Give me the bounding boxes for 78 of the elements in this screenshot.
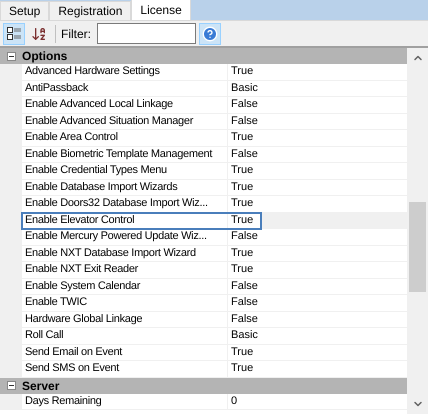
property-value: True — [230, 163, 254, 178]
property-value: Basic — [230, 328, 258, 343]
property-value: False — [230, 146, 258, 162]
property-name: Enable System Calendar — [24, 278, 140, 294]
property-value: 0 — [230, 394, 238, 408]
property-value: True — [230, 262, 254, 277]
property-row[interactable]: Enable Database Import Wizards True — [22, 180, 407, 196]
property-name: Enable Advanced Situation Manager — [24, 114, 194, 129]
property-value: True — [230, 180, 254, 194]
collapse-icon[interactable] — [6, 381, 16, 390]
property-name: Enable Biometric Template Management — [24, 146, 212, 162]
property-value: Basic — [230, 80, 258, 96]
property-name: Send SMS on Event — [24, 361, 119, 376]
property-value: True — [230, 64, 254, 79]
categorized-icon — [7, 26, 21, 40]
category-title: Server — [22, 378, 60, 394]
property-value: True — [230, 344, 254, 360]
filter-label: Filter: — [61, 26, 91, 42]
category-header[interactable]: Options — [0, 48, 407, 64]
property-name: Roll Call — [24, 328, 64, 344]
property-name: Enable NXT Exit Reader — [24, 262, 138, 278]
property-row[interactable]: Enable Advanced Situation Manager False — [22, 114, 407, 130]
property-row[interactable]: Enable Doors32 Database Import Wiz... True — [22, 196, 407, 212]
property-value: False — [230, 278, 258, 294]
property-row[interactable]: Enable Elevator Control True — [22, 212, 261, 229]
property-name: Enable Doors32 Database Import Wiz... — [24, 196, 208, 212]
property-name: Advanced Hardware Settings — [24, 64, 160, 80]
help-button[interactable] — [199, 22, 221, 44]
property-row[interactable]: Enable NXT Exit Reader True — [22, 262, 407, 278]
property-name: Enable Elevator Control — [24, 212, 134, 228]
filter-field[interactable] — [97, 23, 196, 44]
property-value: False — [230, 229, 258, 244]
property-row[interactable]: Days Remaining 0 — [22, 394, 407, 410]
property-row[interactable]: Hardware Global Linkage False — [22, 312, 407, 328]
property-row[interactable]: Enable TWIC False — [22, 295, 407, 312]
property-value: False — [230, 97, 258, 112]
property-name: Enable Area Control — [24, 130, 118, 146]
categorized-button[interactable] — [3, 22, 25, 44]
property-value: False — [230, 295, 258, 310]
help-icon — [202, 26, 218, 42]
property-name: AntiPassback — [24, 80, 88, 96]
property-row[interactable]: Enable Biometric Template Management False — [22, 146, 407, 163]
property-name: Hardware Global Linkage — [24, 312, 142, 327]
property-name: Enable NXT Database Import Wizard — [24, 246, 196, 261]
property-name: Enable Advanced Local Linkage — [24, 97, 173, 112]
property-row[interactable]: Enable Advanced Local Linkage False — [22, 97, 407, 114]
tab[interactable]: License — [131, 0, 191, 20]
category-title: Options — [22, 48, 68, 65]
property-value: True — [230, 196, 254, 211]
property-name: Enable TWIC — [24, 295, 87, 310]
property-name: Enable Database Import Wizards — [24, 180, 178, 195]
category-header[interactable]: Server — [0, 378, 407, 394]
tab[interactable]: Setup — [0, 1, 50, 20]
property-row[interactable]: Send SMS on Event True — [22, 361, 407, 378]
property-row[interactable]: Enable Credential Types Menu True — [22, 163, 407, 180]
property-value: True — [230, 246, 254, 260]
property-name: Enable Credential Types Menu — [24, 163, 167, 178]
property-value: True — [230, 212, 254, 228]
scroll-thumb[interactable] — [409, 202, 426, 292]
property-row[interactable]: Enable System Calendar False — [22, 278, 407, 295]
property-name: Days Remaining — [24, 394, 102, 409]
property-value: False — [230, 114, 258, 128]
property-row[interactable]: Enable Mercury Powered Update Wiz... False — [22, 229, 407, 246]
scrollbar[interactable] — [407, 48, 428, 414]
property-row[interactable]: Enable NXT Database Import Wizard True — [22, 246, 407, 262]
property-value: True — [230, 361, 254, 376]
property-value: False — [230, 312, 258, 326]
property-row[interactable]: AntiPassback Basic — [22, 80, 407, 97]
property-row[interactable]: Advanced Hardware Settings True — [22, 64, 407, 80]
property-row[interactable]: Roll Call Basic — [22, 328, 407, 344]
sort-az-icon — [31, 26, 47, 42]
property-name: Send Email on Event — [24, 344, 122, 360]
collapse-icon[interactable] — [6, 52, 16, 60]
property-row[interactable]: Send Email on Event True — [22, 344, 407, 361]
property-value: True — [230, 130, 254, 145]
property-name: Enable Mercury Powered Update Wiz... — [24, 229, 207, 244]
tab[interactable]: Registration — [49, 1, 132, 20]
property-row[interactable]: Enable Area Control True — [22, 130, 407, 146]
